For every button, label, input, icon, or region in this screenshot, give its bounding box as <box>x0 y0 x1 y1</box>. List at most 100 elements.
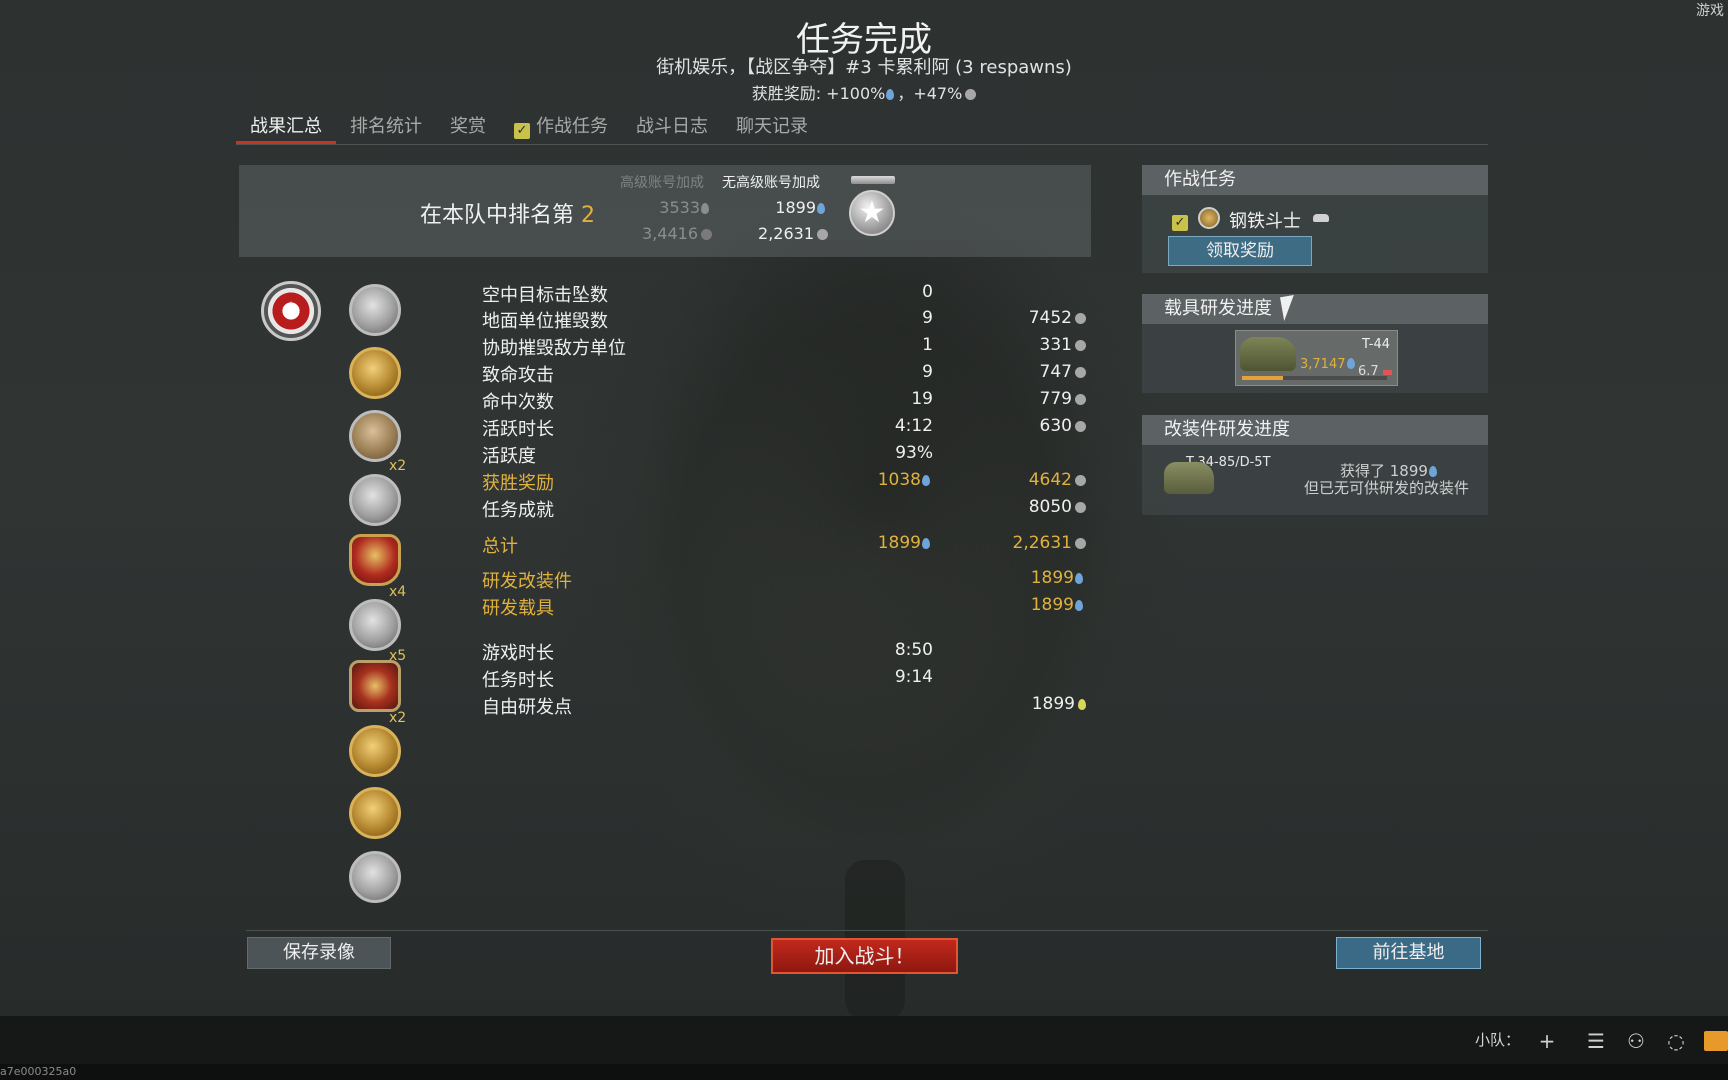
base-rp-value: 1899 <box>775 198 828 217</box>
laurel-medal-icon[interactable] <box>349 410 401 462</box>
task-checkbox[interactable]: ✓ <box>1172 209 1194 231</box>
vehicle-research-title: 载具研发进度 <box>1142 294 1488 324</box>
stat-mid: 9 <box>922 308 933 328</box>
bomb-laurel-medal-icon[interactable] <box>349 599 401 651</box>
stat-mid: 19 <box>911 389 933 409</box>
reward-rp: +100% <box>826 84 886 103</box>
tab-label: 奖赏 <box>450 116 486 137</box>
premium-rp-value: 3533 <box>659 198 712 217</box>
rank-prefix: 在本队中排名第 <box>420 203 581 228</box>
stat-label: 空中目标击坠数 <box>482 285 608 306</box>
tank-image <box>1240 337 1296 371</box>
tab-ranking[interactable]: 排名统计 <box>336 108 436 144</box>
tank-silver-medal-icon[interactable] <box>349 474 401 526</box>
victory-reward-line: 获胜奖励: +100% ，+47% <box>0 80 1728 104</box>
result-tabs: 战果汇总 排名统计 奖赏 ✓ 作战任务 战斗日志 聊天记录 <box>236 108 822 144</box>
star-emblem-icon: ★ <box>261 281 321 341</box>
medal-ribbon <box>851 176 895 184</box>
stat-label: 协助摧毁敌方单位 <box>482 338 626 359</box>
stat-label: 获胜奖励 <box>482 473 554 494</box>
mail-icon[interactable] <box>1704 1031 1728 1051</box>
bottom-bar <box>0 1016 1728 1064</box>
sun-medal-icon[interactable] <box>349 787 401 839</box>
silver-star-medal-icon: ★ <box>849 190 895 236</box>
save-replay-button[interactable]: 保存录像 <box>247 937 391 969</box>
tank-icon <box>1313 214 1329 222</box>
checkbox-checked-icon: ✓ <box>1172 215 1188 231</box>
squad-label: 小队： <box>1475 1031 1521 1049</box>
vehicle-rp: 3,7147 <box>1300 357 1358 372</box>
fist-medal-icon[interactable] <box>349 284 401 336</box>
stat-right: 1899 <box>1031 568 1086 588</box>
stat-mid: 9:14 <box>894 667 933 687</box>
chat-icon[interactable]: ◌ <box>1664 1030 1688 1052</box>
tab-chat-log[interactable]: 聊天记录 <box>722 108 822 144</box>
stat-right: 2,2631 <box>1013 533 1086 553</box>
session-hash: a7e000325a0 <box>0 1065 77 1078</box>
nation-flag-icon <box>1383 370 1392 375</box>
stat-label: 游戏时长 <box>482 643 554 664</box>
stat-right: 747 <box>1040 362 1086 382</box>
vehicle-name: T-44 <box>1362 337 1390 352</box>
stat-label: 总计 <box>482 536 518 557</box>
stat-mid: 1 <box>922 335 933 355</box>
award-multiplier: x4 <box>389 584 407 600</box>
join-battle-button[interactable]: 加入战斗！ <box>771 938 958 974</box>
mods-research-title: 改装件研发进度 <box>1142 415 1488 445</box>
tank-image <box>1164 462 1214 494</box>
stat-label: 自由研发点 <box>482 697 572 718</box>
tab-rewards[interactable]: 奖赏 <box>436 108 500 144</box>
footer-strip <box>0 1064 1728 1080</box>
reward-label: 获胜奖励: <box>751 84 827 103</box>
stat-right: 1899 <box>1032 694 1086 714</box>
tab-summary[interactable]: 战果汇总 <box>236 108 336 144</box>
stat-label: 活跃时长 <box>482 419 554 440</box>
tank-medal-icon[interactable] <box>349 851 401 903</box>
stat-label: 致命攻击 <box>482 365 554 386</box>
knight-medal-icon[interactable] <box>349 725 401 777</box>
stat-right: 630 <box>1040 416 1086 436</box>
bottom-divider <box>246 930 1488 931</box>
premium-bonus-header: 高级账号加成 <box>620 175 704 191</box>
shield-crossed-swords-icon[interactable] <box>349 534 401 586</box>
reward-sep: ， <box>897 84 914 103</box>
stat-label: 任务成就 <box>482 500 554 521</box>
tab-label: 作战任务 <box>536 116 608 137</box>
stat-label: 研发改装件 <box>482 571 572 592</box>
mod-note-line2: 但已无可供研发的改装件 <box>1304 479 1470 497</box>
award-multiplier: x2 <box>389 710 407 726</box>
stat-label: 研发载具 <box>482 598 554 619</box>
stat-label: 地面单位摧毁数 <box>482 311 608 332</box>
stat-mid: 1038 <box>878 470 933 490</box>
tab-label: 战斗日志 <box>636 116 708 137</box>
stat-right: 4642 <box>1029 470 1086 490</box>
stat-mid: 9 <box>922 362 933 382</box>
tab-battle-tasks[interactable]: ✓ 作战任务 <box>500 108 622 144</box>
stat-mid: 0 <box>922 282 933 302</box>
tab-label: 排名统计 <box>350 116 422 137</box>
contacts-icon[interactable]: ⚇ <box>1624 1030 1648 1052</box>
rank-number: 2 <box>581 203 595 228</box>
task-name: 钢铁斗士 <box>1229 211 1301 232</box>
tab-label: 战果汇总 <box>250 116 322 137</box>
list-icon[interactable]: ☰ <box>1584 1030 1608 1052</box>
tab-battle-log[interactable]: 战斗日志 <box>622 108 722 144</box>
stat-label: 任务时长 <box>482 670 554 691</box>
stat-mid: 1899 <box>878 533 933 553</box>
base-sl-value: 2,2631 <box>758 224 828 243</box>
stat-right: 8050 <box>1029 497 1086 517</box>
go-to-hangar-button[interactable]: 前往基地 <box>1336 937 1481 969</box>
team-rank-text: 在本队中排名第 2 <box>420 197 595 229</box>
award-multiplier: x2 <box>389 458 407 474</box>
silver-lion-icon <box>965 89 977 100</box>
stat-mid: 4:12 <box>894 416 933 436</box>
task-medal-icon <box>1198 207 1220 229</box>
soldier-medal-icon[interactable] <box>349 347 401 399</box>
add-squad-icon[interactable]: + <box>1535 1030 1559 1052</box>
claim-reward-button[interactable]: 领取奖励 <box>1168 236 1312 266</box>
premium-sl-value: 3,4416 <box>642 224 712 243</box>
reward-sl: +47% <box>913 84 963 103</box>
stat-label: 活跃度 <box>482 446 536 467</box>
cross-badge-icon[interactable] <box>349 660 401 712</box>
mission-subtitle: 街机娱乐，【战区争夺】#3 卡累利阿 (3 respawns) <box>656 57 1072 78</box>
